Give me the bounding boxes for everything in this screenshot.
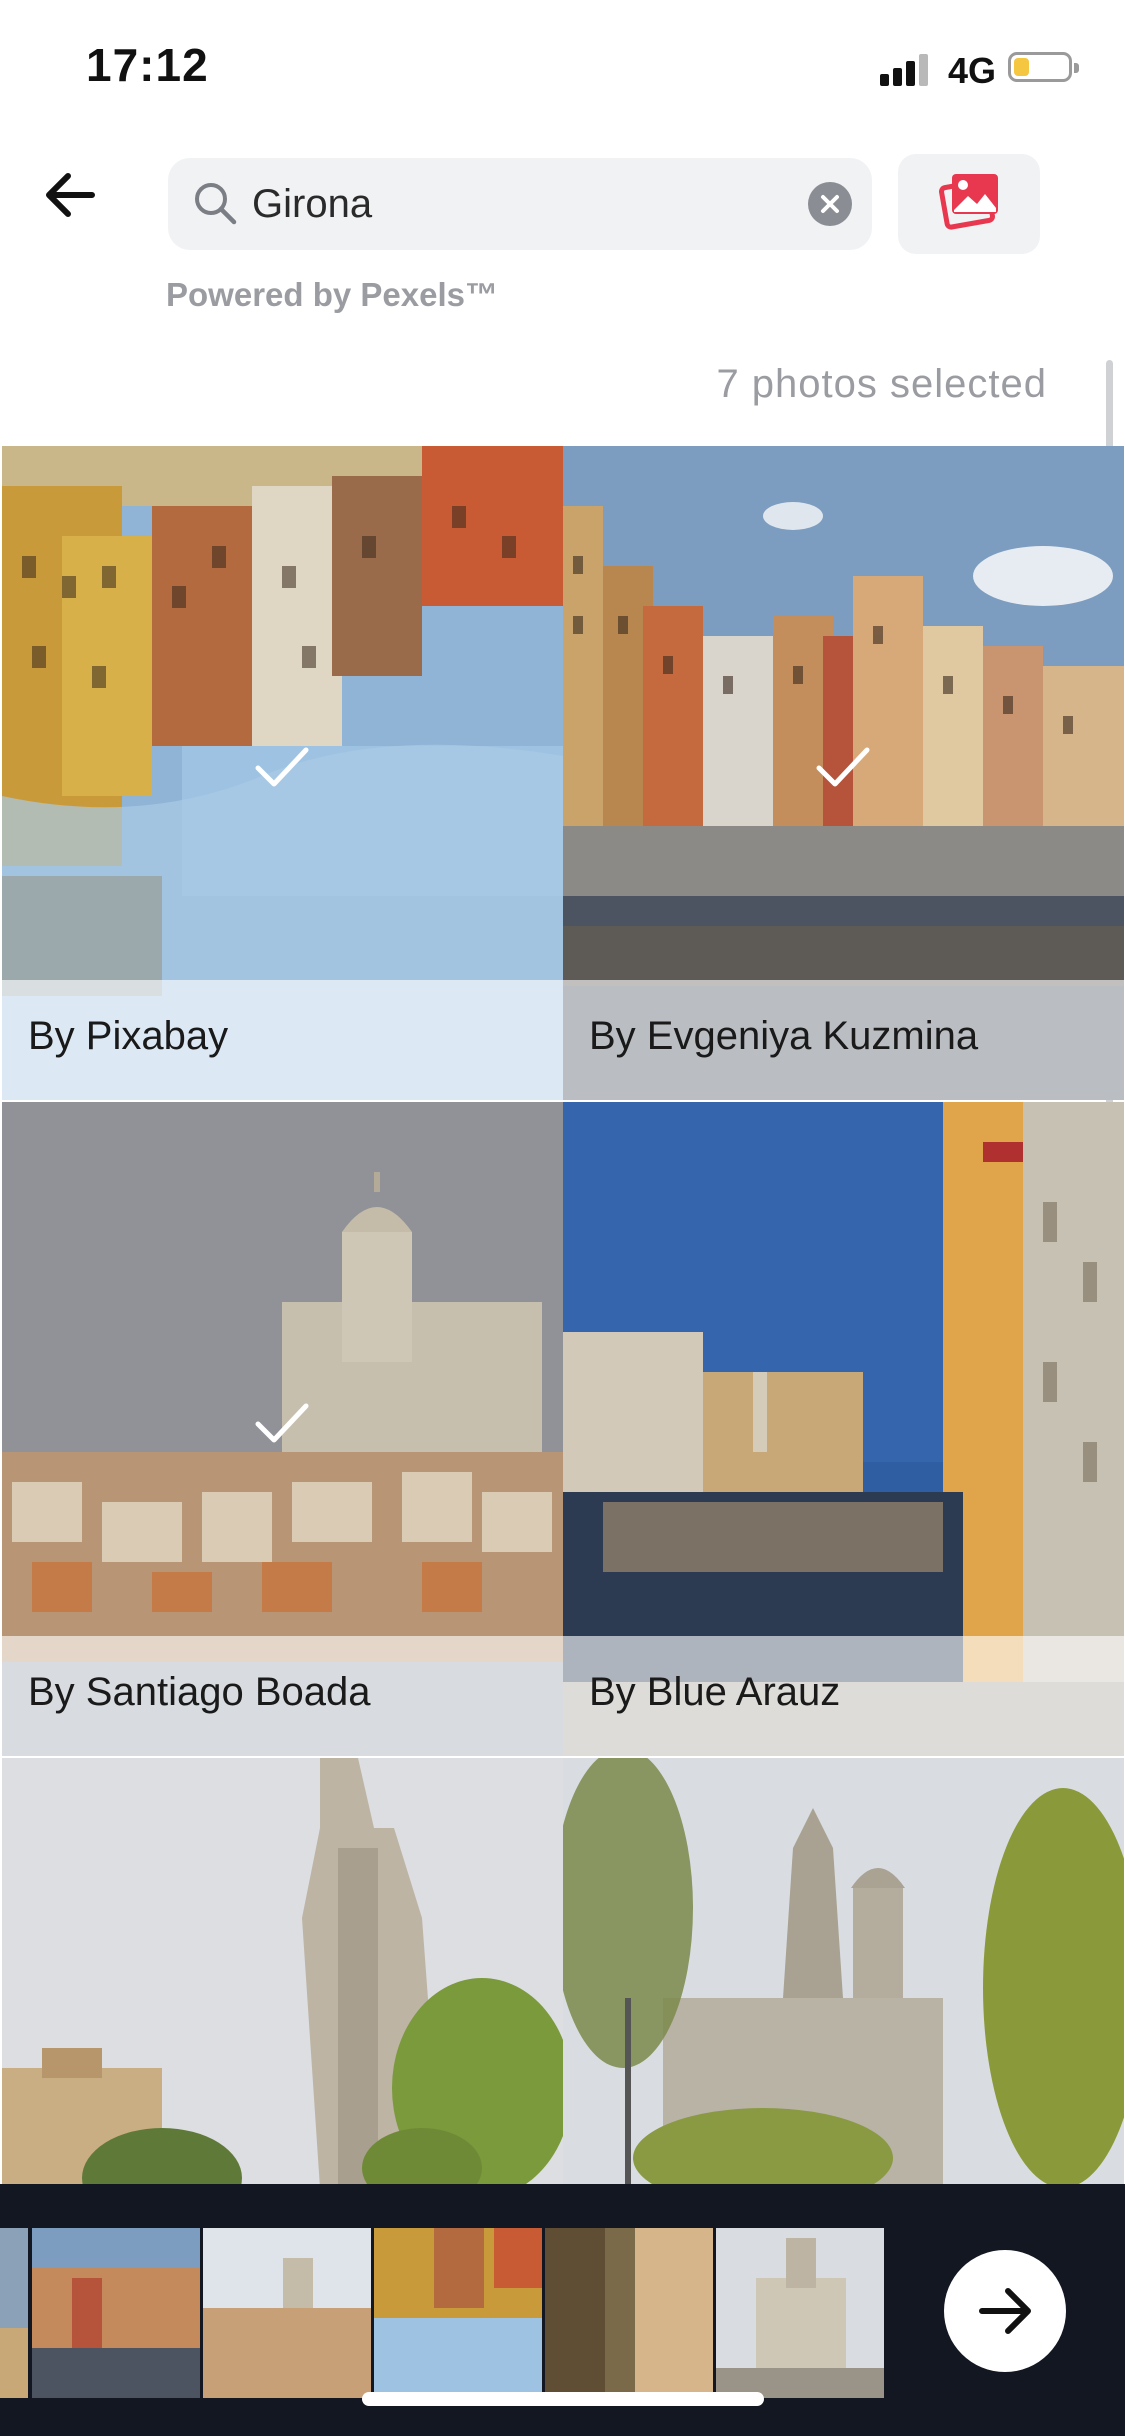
checkmark-icon (255, 747, 309, 787)
checkmark-icon (816, 747, 870, 787)
search-bar (168, 158, 872, 250)
cellular-signal-icon (880, 54, 932, 86)
photo-tile[interactable] (2, 1758, 563, 2188)
selected-thumbnail[interactable] (374, 2228, 542, 2398)
photo-tile[interactable]: By Blue Arauz (563, 1102, 1124, 1756)
selected-thumbnail[interactable] (32, 2228, 200, 2398)
photo-tile[interactable] (563, 1758, 1124, 2188)
search-icon (195, 183, 237, 225)
back-button[interactable] (36, 160, 106, 230)
next-button[interactable] (944, 2250, 1066, 2372)
checkmark-icon (255, 1403, 309, 1443)
battery-icon (1008, 52, 1079, 82)
selected-thumbnail[interactable] (0, 2228, 28, 2398)
image-gallery-icon (939, 174, 998, 230)
photo-credit: By Pixabay (2, 980, 563, 1100)
selected-thumbnail[interactable] (716, 2228, 884, 2398)
close-icon (821, 195, 839, 213)
photo-image (563, 1758, 1124, 2188)
home-indicator[interactable] (362, 2392, 764, 2406)
arrow-right-icon (979, 2288, 1031, 2334)
selected-count: 7 photos selected (716, 362, 1047, 406)
photo-tile[interactable]: By Santiago Boada (2, 1102, 563, 1756)
network-type: 4G (948, 50, 997, 91)
photo-credit: By Blue Arauz (563, 1636, 1124, 1756)
photo-tile[interactable]: By Pixabay (2, 446, 563, 1100)
powered-by-label: Powered by Pexels™ (166, 276, 498, 313)
photo-search-screen: 17:12 4G Girona Powered by Pexels™ 7 pho… (0, 0, 1125, 2436)
selected-thumbnail[interactable] (203, 2228, 371, 2398)
arrow-left-icon (46, 173, 95, 217)
photo-credit: By Evgeniya Kuzmina (563, 980, 1124, 1100)
clear-search-button[interactable] (808, 182, 852, 226)
photo-credit: By Santiago Boada (2, 1636, 563, 1756)
photo-image (2, 1758, 563, 2188)
selected-thumbnail[interactable] (545, 2228, 713, 2398)
photo-tile[interactable]: By Evgeniya Kuzmina (563, 446, 1124, 1100)
status-indicators: 4G (0, 44, 1125, 92)
search-input[interactable] (252, 158, 752, 250)
gallery-button[interactable] (898, 154, 1040, 254)
